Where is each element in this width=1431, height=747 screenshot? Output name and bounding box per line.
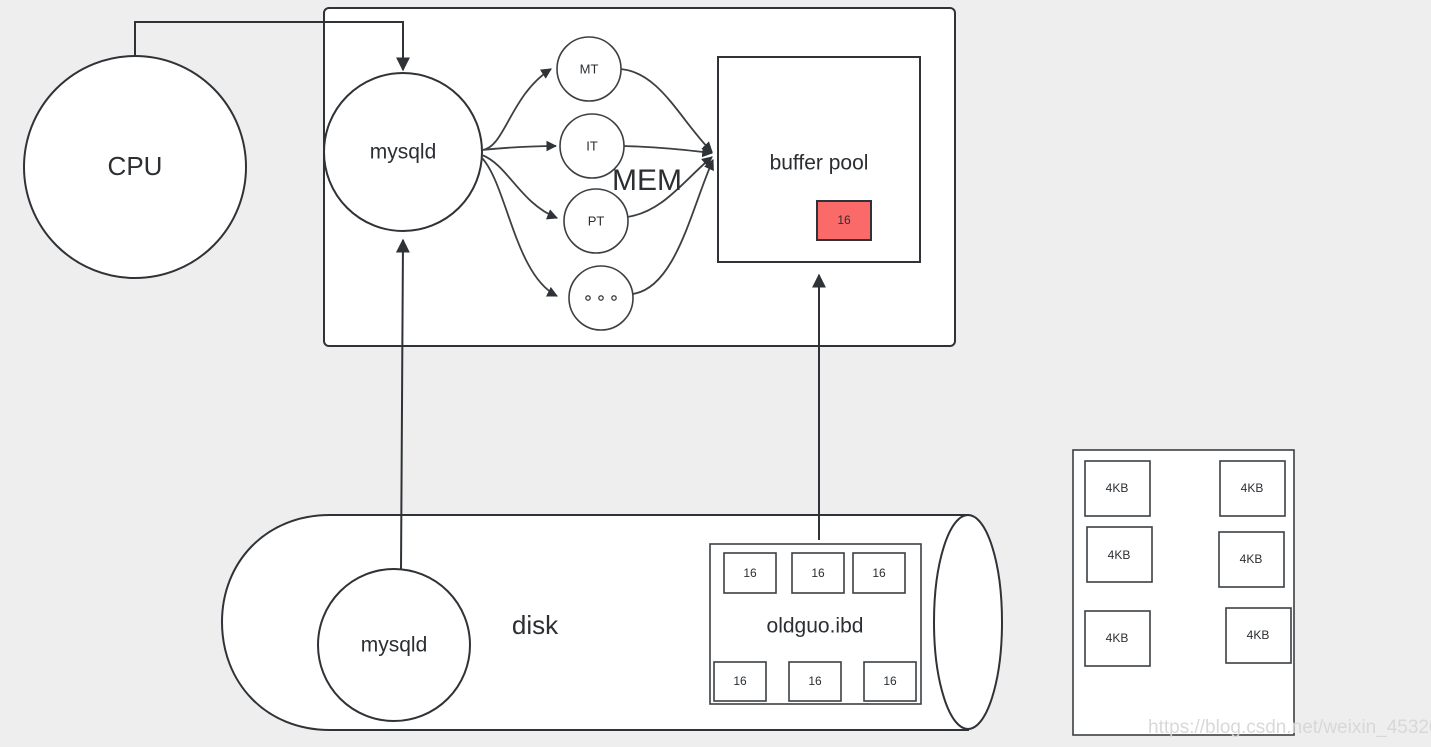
os-block-panel: 4KB 4KB 4KB 4KB 4KB 4KB bbox=[1072, 449, 1295, 736]
oldguo-ibd-label: oldguo.ibd bbox=[767, 615, 864, 638]
mem-mysqld-label: mysqld bbox=[370, 141, 437, 164]
thread-pt-node[interactable]: PT bbox=[563, 188, 629, 254]
cpu-label: CPU bbox=[108, 151, 163, 181]
oldguo-ibd-file[interactable]: oldguo.ibd 16 16 16 16 16 16 bbox=[709, 543, 922, 705]
buffer-pool-page-label: 16 bbox=[837, 213, 851, 227]
disk-label: disk bbox=[512, 610, 559, 640]
os-block-2-label: 4KB bbox=[1241, 481, 1264, 495]
thread-mt-label: MT bbox=[580, 61, 599, 76]
os-block-5-label: 4KB bbox=[1106, 631, 1129, 645]
oldguo-page-top-2-label: 16 bbox=[811, 566, 825, 580]
mem-label: MEM bbox=[612, 164, 682, 197]
oldguo-page-bottom-2-label: 16 bbox=[808, 674, 822, 688]
os-block-6-label: 4KB bbox=[1247, 628, 1270, 642]
thread-pt-label: PT bbox=[588, 213, 605, 228]
disk-mysqld-node[interactable]: mysqld bbox=[317, 568, 471, 722]
disk-mysqld-label: mysqld bbox=[361, 634, 428, 657]
thread-more-node[interactable] bbox=[568, 265, 634, 331]
watermark-text: https://blog.csdn.net/weixin_45320660 bbox=[1148, 717, 1431, 738]
thread-it-label: IT bbox=[586, 138, 598, 153]
os-block-4-label: 4KB bbox=[1240, 552, 1263, 566]
os-block-3-label: 4KB bbox=[1108, 548, 1131, 562]
oldguo-page-top-3-label: 16 bbox=[872, 566, 886, 580]
buffer-pool-label: buffer pool bbox=[770, 152, 869, 175]
os-block-1-label: 4KB bbox=[1106, 481, 1129, 495]
buffer-pool-node[interactable]: buffer pool 16 bbox=[717, 56, 921, 263]
diagram-canvas: CPU mysqld MT IT PT MEM buffer pool 16 d… bbox=[0, 0, 1431, 747]
oldguo-page-bottom-3-label: 16 bbox=[883, 674, 897, 688]
oldguo-page-top-1-label: 16 bbox=[743, 566, 757, 580]
mem-mysqld-node[interactable]: mysqld bbox=[323, 72, 483, 232]
cpu-node[interactable]: CPU bbox=[23, 55, 247, 279]
thread-mt-node[interactable]: MT bbox=[556, 36, 622, 102]
oldguo-page-bottom-1-label: 16 bbox=[733, 674, 747, 688]
disk-end-cap bbox=[933, 514, 1003, 730]
thread-more-circle[interactable] bbox=[568, 265, 634, 331]
